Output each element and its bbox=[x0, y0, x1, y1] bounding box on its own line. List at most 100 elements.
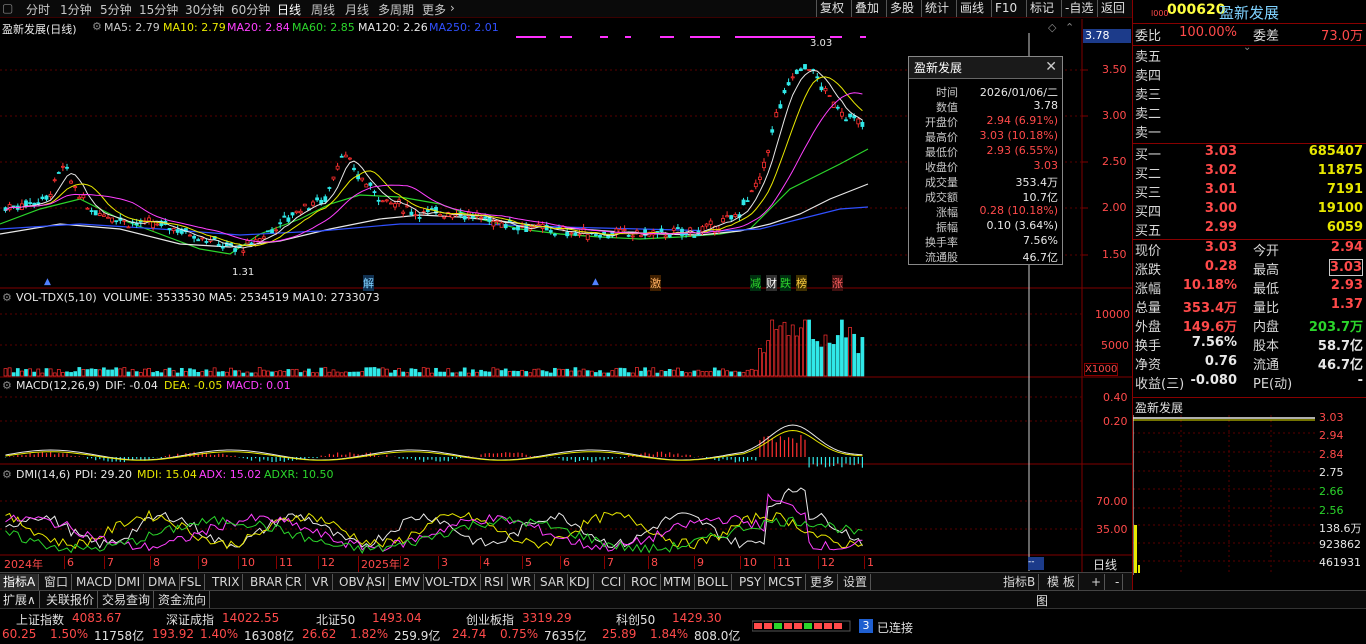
period-tab-fenshi[interactable]: 分时 bbox=[26, 1, 50, 18]
indicator-tab[interactable]: FSL bbox=[177, 574, 205, 590]
period-tab-15min[interactable]: 15分钟 bbox=[139, 1, 178, 18]
period-tab-5min[interactable]: 5分钟 bbox=[100, 1, 132, 18]
index-percent: 1.50% bbox=[50, 627, 89, 641]
volume-bar bbox=[241, 372, 246, 377]
indicator-tab[interactable]: ASI bbox=[363, 574, 390, 590]
event-tag[interactable]: 财 bbox=[766, 275, 777, 291]
event-tag[interactable]: 减 bbox=[750, 275, 761, 291]
indicator-tab[interactable]: EMV bbox=[391, 574, 425, 590]
button-overlay[interactable]: 叠加 bbox=[851, 0, 882, 17]
indicator-tab[interactable]: 指标A bbox=[0, 574, 40, 590]
indicator-tab[interactable]: SAR bbox=[537, 574, 569, 590]
indicator-right-tab[interactable]: 指标B bbox=[1000, 574, 1040, 590]
period-tab-60min[interactable]: 60分钟 bbox=[231, 1, 270, 18]
period-tab-daily[interactable]: 日线 bbox=[277, 1, 301, 18]
indicator-tab[interactable]: CR bbox=[282, 574, 306, 590]
volume-bar bbox=[7, 367, 12, 377]
period-tab-30min[interactable]: 30分钟 bbox=[185, 1, 224, 18]
button-f10[interactable]: F10 bbox=[991, 0, 1020, 17]
indicator-tab[interactable]: CCI bbox=[598, 574, 626, 590]
candle-body bbox=[245, 240, 250, 244]
index-name[interactable]: 北证50 bbox=[316, 611, 355, 628]
volume-bar bbox=[680, 370, 684, 377]
period-tab-monthly[interactable]: 月线 bbox=[345, 1, 369, 18]
tab-related-quotes[interactable]: 关联报价 bbox=[43, 591, 99, 609]
indicator-tab[interactable]: ROC bbox=[628, 574, 662, 590]
chevron-up-icon[interactable]: ⌃ bbox=[1065, 21, 1074, 34]
indicator-tab[interactable]: MACD bbox=[73, 574, 116, 590]
button-mark[interactable]: 标记 bbox=[1026, 0, 1057, 17]
index-name[interactable]: 上证指数 bbox=[16, 611, 64, 628]
indicator-tab[interactable]: 更多 bbox=[807, 574, 839, 590]
index-name[interactable]: 科创50 bbox=[616, 611, 655, 628]
side-label[interactable]: 图 bbox=[1036, 592, 1048, 609]
indicator-tab[interactable]: KDJ bbox=[566, 574, 594, 590]
indicator-tab[interactable]: MTM bbox=[660, 574, 696, 590]
bottom-tab-bar: 扩展∧ 关联报价 交易查询 资金流向 图 bbox=[0, 590, 1366, 609]
period-tab-weekly[interactable]: 周线 bbox=[311, 1, 335, 18]
settings-gear-icon[interactable]: ⚙ bbox=[2, 291, 12, 304]
indicator-tab[interactable]: VR bbox=[309, 574, 333, 590]
indicator-tab[interactable]: DMI bbox=[114, 574, 145, 590]
indicator-tab[interactable]: WR bbox=[508, 574, 536, 590]
indicator-tab[interactable]: TRIX bbox=[209, 574, 244, 590]
volume-bar bbox=[819, 346, 824, 377]
settings-gear-icon[interactable]: ⚙ bbox=[2, 468, 12, 481]
index-name[interactable]: 深证成指 bbox=[166, 611, 214, 628]
settings-gear-icon[interactable]: ⚙ bbox=[92, 20, 102, 33]
period-tab-more[interactable]: 更多 bbox=[422, 1, 446, 18]
indicator-tab[interactable]: DMA bbox=[145, 574, 180, 590]
period-tab-multi[interactable]: 多周期 bbox=[378, 1, 414, 18]
candle-body bbox=[286, 217, 291, 222]
volume-bar bbox=[848, 327, 852, 377]
event-tag[interactable]: 解 bbox=[363, 275, 374, 291]
indicator-tab[interactable]: RSI bbox=[481, 574, 508, 590]
period-tab-1min[interactable]: 1分钟 bbox=[60, 1, 92, 18]
volume-bar bbox=[667, 368, 672, 377]
tab-fund-flow[interactable]: 资金流向 bbox=[155, 591, 211, 609]
indicator-tab[interactable]: 设置 bbox=[840, 574, 872, 590]
close-icon[interactable]: ✕ bbox=[1045, 59, 1057, 75]
indicator-right-tab[interactable]: - bbox=[1112, 574, 1124, 590]
indicator-tab[interactable]: 窗口 bbox=[41, 574, 73, 590]
tab-trade-query[interactable]: 交易查询 bbox=[99, 591, 155, 609]
indicator-right-tab[interactable]: + bbox=[1088, 574, 1106, 590]
indicator-tab[interactable]: MCST bbox=[765, 574, 806, 590]
candle-body bbox=[577, 233, 582, 236]
button-statistics[interactable]: 统计 bbox=[921, 0, 952, 17]
indicator-tab[interactable]: VOL-TDX bbox=[422, 574, 481, 590]
volume-bar bbox=[860, 337, 865, 377]
index-name[interactable]: 创业板指 bbox=[466, 611, 514, 628]
mini-axis-tick: 2.66 bbox=[1319, 485, 1344, 498]
time-axis-label: 12 bbox=[318, 556, 335, 569]
chevron-right-icon[interactable]: › bbox=[450, 1, 455, 15]
candle-body bbox=[409, 211, 414, 215]
event-tag[interactable]: 跌 bbox=[780, 275, 791, 291]
event-tag[interactable]: 榜 bbox=[796, 275, 807, 291]
settings-gear-icon[interactable]: ⚙ bbox=[2, 379, 12, 392]
event-tag[interactable]: 涨 bbox=[832, 275, 843, 291]
indicator-right-tab[interactable]: 模 板 bbox=[1044, 574, 1079, 590]
menu-square-icon[interactable]: ▢ bbox=[2, 1, 13, 15]
indicator-tab[interactable]: BOLL bbox=[694, 574, 732, 590]
button-draw-line[interactable]: 画线 bbox=[956, 0, 987, 17]
volume-bar bbox=[126, 371, 131, 377]
candle-body bbox=[819, 86, 824, 91]
button-back[interactable]: 返回 bbox=[1097, 0, 1128, 17]
candle-body bbox=[257, 238, 262, 242]
button-fuquan[interactable]: 复权 bbox=[816, 0, 847, 17]
stat-value: 7.56% bbox=[1191, 335, 1237, 350]
event-tag[interactable]: 激 bbox=[650, 275, 661, 291]
candle-body bbox=[840, 111, 844, 117]
popup-row: 涨幅 0.28 (10.18%) bbox=[909, 204, 1062, 219]
diamond-icon[interactable]: ◇ bbox=[1048, 21, 1056, 34]
volume-bar bbox=[233, 370, 237, 377]
tab-expand[interactable]: 扩展∧ bbox=[0, 591, 40, 609]
button-watchlist-remove[interactable]: -自选 bbox=[1061, 0, 1096, 17]
dmi-pdi: PDI: 29.20 bbox=[75, 468, 133, 481]
indicator-tab[interactable]: PSY bbox=[736, 574, 766, 590]
button-multi-stock[interactable]: 多股 bbox=[886, 0, 917, 17]
candle-body bbox=[331, 176, 336, 180]
indicator-tab[interactable]: BRAR bbox=[247, 574, 287, 590]
volume-bar bbox=[561, 369, 565, 377]
